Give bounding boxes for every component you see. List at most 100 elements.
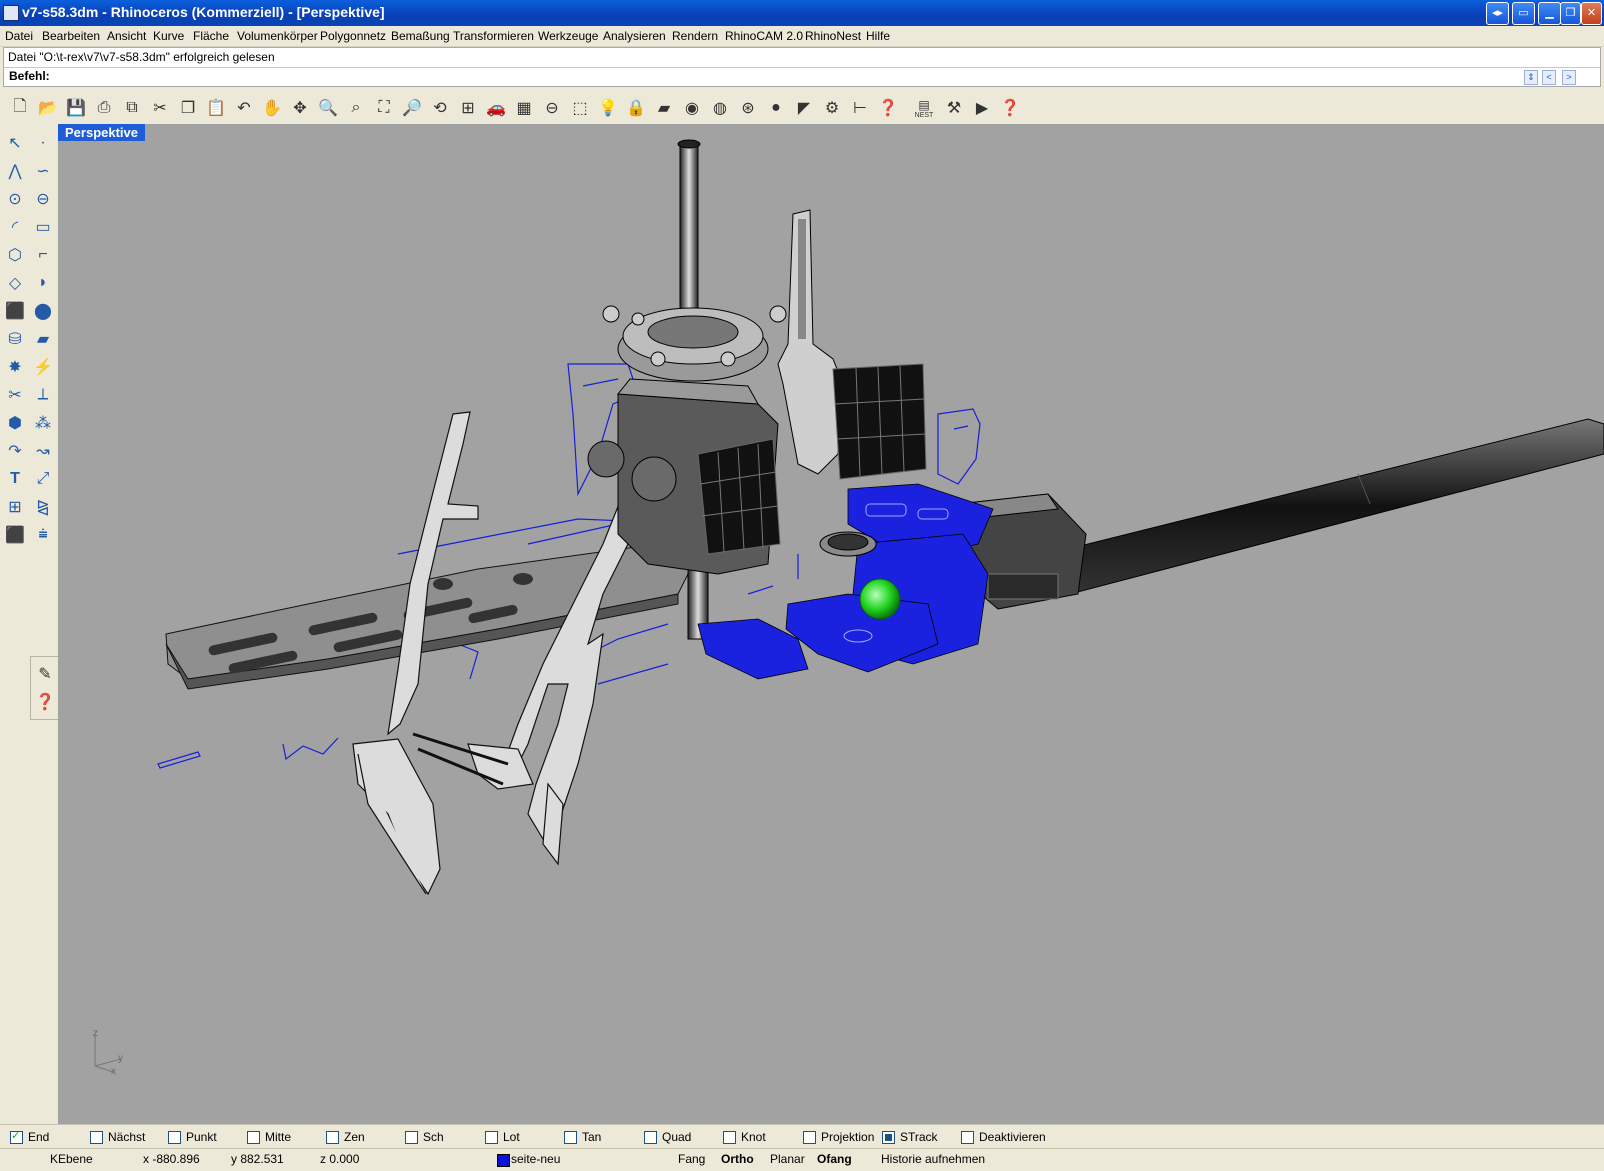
shaded-sphere-icon[interactable]: ⊛ [736,96,760,120]
open-file-icon[interactable]: 📂 [36,96,60,120]
undo-view-icon[interactable]: ⟲ [428,96,452,120]
boolean-icon[interactable]: ⬤ [30,298,56,324]
osnap-punkt-checkbox[interactable] [168,1130,181,1144]
maximize-button[interactable]: ❐ [1560,2,1581,25]
close-button[interactable]: ✕ [1581,2,1602,25]
rhinocam-icon[interactable]: ◤ [792,96,816,120]
polyline-icon[interactable]: ⋀ [2,158,28,184]
osnap-strack[interactable]: STrack [882,1130,938,1144]
help-icon[interactable]: ❓ [876,96,900,120]
box-icon[interactable]: ⬛ [2,298,28,324]
osnap-icon[interactable]: ⊖ [540,96,564,120]
grid-cplane-icon[interactable]: ▦ [512,96,536,120]
fillet-icon[interactable]: ⌐ [30,242,56,268]
cylinder-icon[interactable]: ⛁ [2,326,28,352]
command-scroll-icon[interactable]: ⇕ [1524,70,1538,85]
osnap-naechst-checkbox[interactable] [90,1130,103,1144]
zoom-window-icon[interactable]: ⌕ [344,96,368,120]
save-icon[interactable]: 💾 [64,96,88,120]
osnap-deaktivieren[interactable]: Deaktivieren [961,1130,1046,1144]
circle-icon[interactable]: ⊙ [2,186,28,212]
menu-bearbeiten[interactable]: Bearbeiten [42,29,100,43]
command-back-icon[interactable]: < [1542,70,1556,85]
menu-rendern[interactable]: Rendern [672,29,718,43]
model-canvas[interactable]: z y x [58,124,1604,1124]
nest-icon[interactable]: ▤ NEST [912,96,936,120]
four-viewports-icon[interactable]: ⊞ [456,96,480,120]
zoom-extents-icon[interactable]: ⛶ [372,96,396,120]
cut-icon[interactable]: ✂ [148,96,172,120]
car-icon[interactable]: 🚗 [484,96,508,120]
mesh-icon[interactable]: ▰ [30,326,56,352]
menu-werkzeuge[interactable]: Werkzeuge [538,29,598,43]
wireframe-sphere-icon[interactable]: ◍ [708,96,732,120]
select-arrow-icon[interactable]: ↖ [2,130,28,156]
osnap-mitte[interactable]: Mitte [247,1130,291,1144]
menu-rhinonest[interactable]: RhinoNest [805,29,861,43]
help-icon[interactable]: ❓ [32,689,58,715]
cplane-indicator[interactable]: KEbene [50,1152,93,1166]
menu-datei[interactable]: Datei [5,29,33,43]
edit-icon[interactable]: ⚡ [30,354,56,380]
offset-icon[interactable]: ↷ [2,438,28,464]
mirror-icon[interactable]: ⧎ [30,494,56,520]
render-sphere-icon[interactable]: ● [764,96,788,120]
menu-ansicht[interactable]: Ansicht [107,29,146,43]
pan-icon[interactable]: ✋ [260,96,284,120]
osnap-knot[interactable]: Knot [723,1130,766,1144]
rectangle-icon[interactable]: ▭ [30,214,56,240]
osnap-quad[interactable]: Quad [644,1130,691,1144]
minimize-button[interactable]: ▁ [1538,2,1561,25]
split-icon[interactable]: ⟂ [30,382,56,408]
text-icon[interactable]: T [2,466,28,492]
osnap-toggle[interactable]: Ofang [817,1152,852,1166]
layer-icon[interactable]: ▰ [652,96,676,120]
record-history-toggle[interactable]: Historie aufnehmen [881,1152,985,1166]
osnap-zen[interactable]: Zen [326,1130,365,1144]
arc-icon[interactable]: ◜ [2,214,28,240]
settings-gear-icon[interactable]: ⚙ [820,96,844,120]
osnap-mitte-checkbox[interactable] [247,1130,260,1144]
command-forward-icon[interactable]: > [1562,70,1576,85]
osnap-deaktivieren-checkbox[interactable] [961,1130,974,1144]
extrude-icon[interactable]: ◗ [30,270,56,296]
menu-analysieren[interactable]: Analysieren [603,29,666,43]
osnap-tan-checkbox[interactable] [564,1130,577,1144]
osnap-projektion[interactable]: Projektion [803,1130,874,1144]
menu-hilfe[interactable]: Hilfe [866,29,890,43]
perspective-viewport[interactable]: z y x Perspektive [58,124,1604,1124]
osnap-lot-checkbox[interactable] [485,1130,498,1144]
osnap-zen-checkbox[interactable] [326,1130,339,1144]
osnap-knot-checkbox[interactable] [723,1130,736,1144]
explode-icon[interactable]: ✸ [2,354,28,380]
osnap-projektion-checkbox[interactable] [803,1130,816,1144]
restore-viewport-icon[interactable]: ◂▸ [1486,2,1509,25]
curve-icon[interactable]: ∽ [30,158,56,184]
menu-flaeche[interactable]: Fläche [193,29,229,43]
osnap-quad-checkbox[interactable] [644,1130,657,1144]
nest-help-icon[interactable]: ❓ [998,96,1022,120]
osnap-punkt[interactable]: Punkt [168,1130,217,1144]
import-icon[interactable]: ⧉ [120,96,144,120]
array-icon[interactable]: ⊞ [2,494,28,520]
copy-icon[interactable]: ❐ [176,96,200,120]
menu-rhinocam[interactable]: RhinoCAM 2.0 [725,29,803,43]
color-wheel-icon[interactable]: ◉ [680,96,704,120]
lock-icon[interactable]: 🔒 [624,96,648,120]
osnap-end-checkbox[interactable] [10,1129,23,1144]
current-layer[interactable]: seite-neu [511,1152,560,1166]
surface-icon[interactable]: ◇ [2,270,28,296]
trim-icon[interactable]: ✂ [2,382,28,408]
menu-polygonnetz[interactable]: Polygonnetz [320,29,386,43]
osnap-sch[interactable]: Sch [405,1130,444,1144]
select-icon[interactable]: ⬚ [568,96,592,120]
osnap-end[interactable]: End [10,1129,49,1144]
osnap-strack-checkbox[interactable] [882,1130,895,1144]
command-line[interactable]: Befehl: ⇕ < > [4,67,1600,86]
paste-icon[interactable]: 📋 [204,96,228,120]
menu-kurve[interactable]: Kurve [153,29,184,43]
viewport-layout-icon[interactable]: ▭ [1512,2,1535,25]
scale-icon[interactable]: ⤢ [30,466,56,492]
rhino-app-icon[interactable] [3,5,19,21]
play-icon[interactable]: ▶ [970,96,994,120]
